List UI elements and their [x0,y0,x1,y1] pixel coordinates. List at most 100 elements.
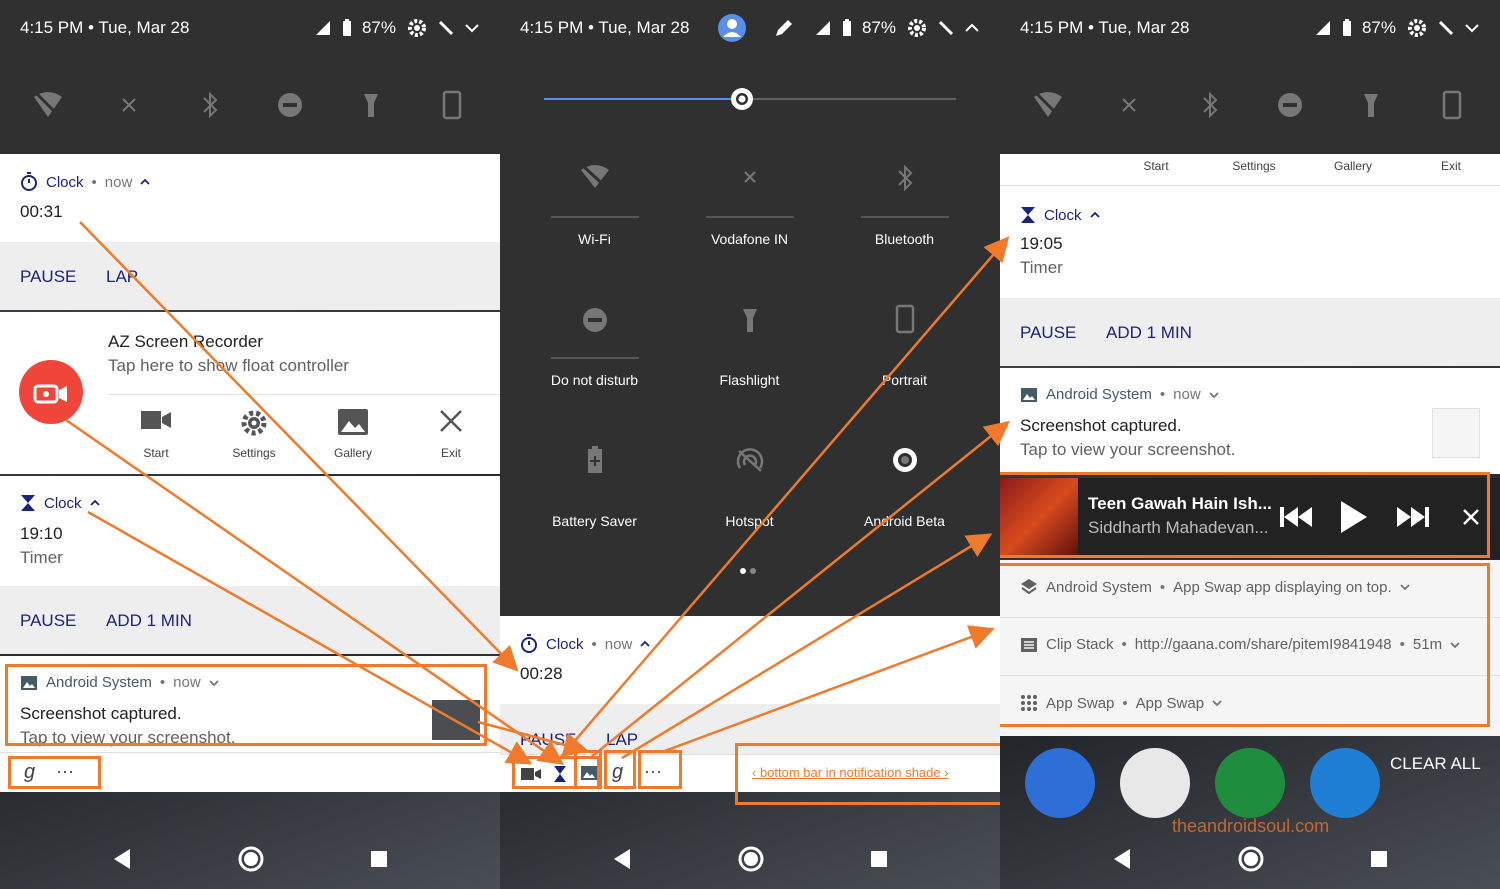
recorder-exit-button[interactable]: Exit [1421,159,1481,173]
recorder-settings-button[interactable]: Settings [224,408,284,464]
collapse-chevron-icon[interactable] [964,23,980,33]
clock-actions: PAUSE LAP [0,242,500,310]
bluetooth-icon[interactable] [1190,85,1230,125]
annotation-box [1000,563,1490,727]
recorder-exit-button[interactable]: Exit [421,408,481,464]
wifi-off-icon[interactable] [1028,85,1068,125]
hotspot-icon [672,448,827,474]
signal-icon [814,19,832,37]
back-icon[interactable] [612,848,632,870]
flashlight-icon[interactable] [1351,85,1391,125]
status-time: 4:15 PM [20,18,84,37]
recents-icon[interactable] [1370,850,1388,868]
battery-icon [842,19,852,37]
close-icon [421,408,481,434]
battery-percent: 87% [361,18,396,37]
recents-icon[interactable] [870,850,888,868]
brightness-slider[interactable] [544,88,956,110]
no-signal-icon[interactable] [109,85,149,125]
bluetooth-icon[interactable] [190,85,230,125]
portrait-icon [827,304,982,334]
home-icon[interactable] [237,845,265,873]
portrait-icon[interactable] [1432,85,1472,125]
panel-right: 4:15 PM • Tue, Mar 28 87% Start Settings… [1000,0,1500,889]
recents-icon[interactable] [370,850,388,868]
collapse-chevron-icon[interactable] [1089,211,1100,219]
recorder-notification[interactable]: AZ Screen Recorder Tap here to show floa… [0,312,500,474]
gear-icon [224,408,284,438]
recorder-start-button[interactable]: Start [126,408,186,464]
back-icon[interactable] [112,848,132,870]
recorder-app-icon [19,360,83,424]
gmail-app-icon [1120,748,1190,818]
add-minute-button[interactable]: ADD 1 MIN [106,611,192,631]
wrench-icon [1438,20,1454,36]
back-icon[interactable] [1112,848,1132,870]
stopwatch-icon [520,634,538,654]
settings-icon[interactable] [906,17,928,39]
clock-notification[interactable]: Clock • now 00:31 [0,154,500,242]
lap-button[interactable]: LAP [106,267,138,287]
android-beta-icon [827,446,982,474]
collapse-chevron-icon[interactable] [640,640,650,648]
clear-all-button[interactable]: CLEAR ALL [1390,754,1481,774]
annotation-box [1000,472,1490,558]
stopwatch-value: 00:31 [20,202,63,221]
brightness-fill [544,98,742,100]
home-icon[interactable] [1237,845,1265,873]
no-signal-icon [672,170,827,184]
add-minute-button[interactable]: ADD 1 MIN [1106,323,1192,343]
status-bar: 4:15 PM • Tue, Mar 28 87% [0,0,500,56]
edit-icon[interactable] [774,18,794,38]
annotation-box [604,750,636,789]
collapse-chevron-icon[interactable] [140,178,150,186]
signal-icon [1314,19,1332,37]
flashlight-icon[interactable] [351,85,391,125]
account-icon[interactable] [717,13,747,43]
battery-icon [1342,19,1352,37]
timer-notification[interactable]: Clock 19:05 Timer [1000,186,1500,298]
annotation-box [638,750,682,789]
annotation-box [574,750,602,789]
screenshot-notification[interactable]: Android System • now Screenshot captured… [1000,368,1500,474]
hourglass-icon [1020,206,1036,224]
wifi-off-icon[interactable] [28,85,68,125]
recorder-gallery-button[interactable]: Gallery [323,408,383,464]
clock-notification[interactable]: Clock • now 00:28 [500,616,1000,704]
brightness-thumb-icon[interactable] [726,83,758,115]
expand-chevron-icon[interactable] [464,23,480,33]
timer-notification[interactable]: Clock 19:10 Timer [0,476,500,586]
no-signal-icon[interactable] [1109,85,1149,125]
expand-chevron-icon[interactable] [1464,23,1480,33]
dnd-icon[interactable] [1270,85,1310,125]
recorder-gallery-button[interactable]: Gallery [1323,159,1383,173]
timer-actions: PAUSE ADD 1 MIN [1000,298,1500,366]
expand-chevron-icon[interactable] [1209,391,1219,399]
portrait-icon[interactable] [432,85,472,125]
dnd-icon[interactable] [270,85,310,125]
collapse-chevron-icon[interactable] [89,499,100,507]
battery-saver-icon [517,446,672,474]
battery-icon [342,19,352,37]
home-icon[interactable] [737,845,765,873]
pause-button[interactable]: PAUSE [20,611,76,631]
recorder-start-button[interactable]: Start [1126,159,1186,173]
pause-button[interactable]: PAUSE [1020,323,1076,343]
settings-icon[interactable] [406,17,428,39]
nav-bar [500,829,1000,889]
annotation-box [8,756,101,789]
stopwatch-icon [20,172,38,192]
wrench-icon [938,20,954,36]
image-icon [1020,387,1038,403]
pause-button[interactable]: PAUSE [20,267,76,287]
pause-button[interactable]: PAUSE [520,730,576,750]
recorder-subtitle: Tap here to show float controller [108,356,349,375]
wifi-off-icon [517,164,672,190]
recorder-settings-button[interactable]: Settings [1224,159,1284,173]
quick-settings-row [1000,56,1500,154]
lap-button[interactable]: LAP [606,730,638,750]
settings-icon[interactable] [1406,17,1428,39]
app-drawer-icon [1310,748,1380,818]
nav-bar [1000,829,1500,889]
hourglass-icon [20,494,36,512]
